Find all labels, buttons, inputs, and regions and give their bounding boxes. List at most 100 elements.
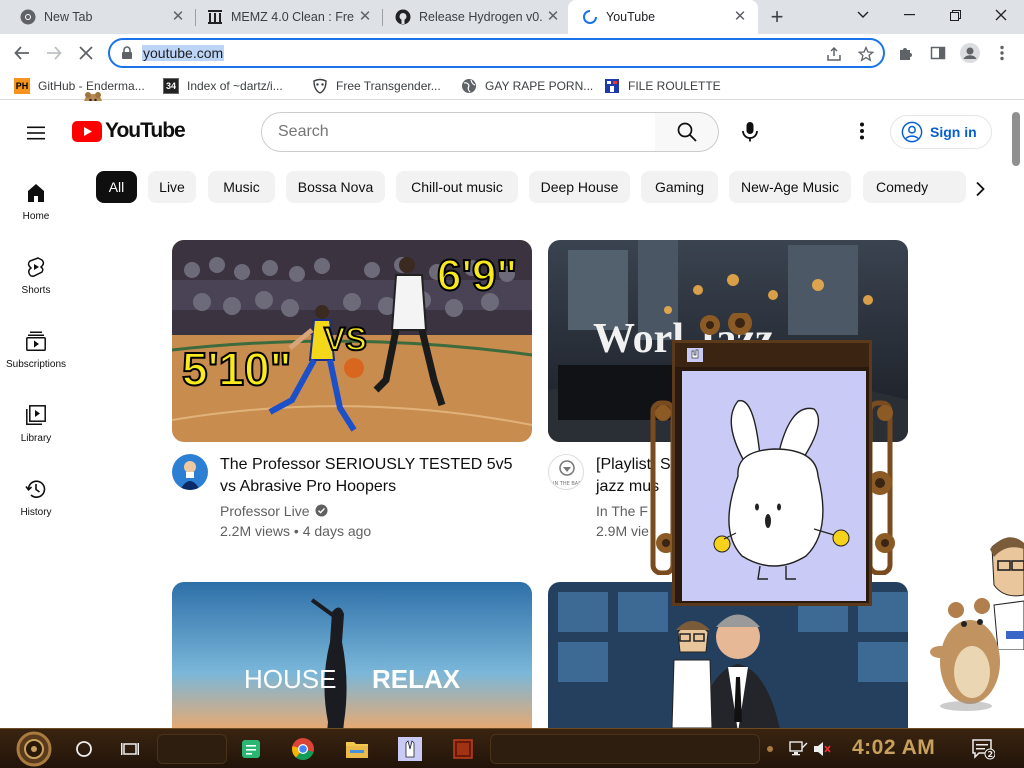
chips-next-button[interactable] [966,175,994,203]
address-url[interactable]: youtube.com [142,45,225,61]
back-button[interactable] [8,39,36,67]
show-hidden-icons-button[interactable] [762,735,778,763]
taskbar-app-file-explorer[interactable] [343,735,371,763]
guide-item-home[interactable]: Home [0,171,72,231]
channel-avatar[interactable]: IN THE BAR [548,454,584,490]
sign-in-button[interactable]: Sign in [890,115,992,149]
bunny-window-titlebar[interactable] [675,343,869,367]
youtube-logo[interactable]: YouTube [72,119,186,143]
video-title[interactable]: The Professor SERIOUSLY TESTED 5v5 vs Ab… [220,454,520,498]
verified-badge-icon [315,504,328,517]
video-thumbnail[interactable]: 5'10" VS 6'9" [172,240,532,442]
stop-button[interactable] [72,39,100,67]
cortana-ring-icon [76,741,92,757]
search-button[interactable] [655,112,719,152]
bookmark-free-transgender[interactable]: Free Transgender... [312,77,441,95]
close-icon[interactable]: ✕ [732,9,748,25]
thumbnail-height-left-text: 5'10" [182,343,292,395]
address-bar[interactable]: youtube.com [108,38,885,68]
tab-new-tab[interactable]: New Tab ✕ [0,0,196,34]
chip-all[interactable]: All [96,171,137,203]
guide-item-library[interactable]: Library [0,393,72,453]
video-thumbnail[interactable]: HOUSE RELAX [172,582,532,728]
cortana-search-button[interactable] [70,735,98,763]
chip-gaming[interactable]: Gaming [641,171,718,203]
house-relax-thumbnail-image: HOUSE RELAX [172,582,532,728]
youtube-wordmark: YouTube [105,119,186,142]
guide-item-subscriptions[interactable]: Subscriptions [0,319,72,379]
chip-comedy[interactable]: Comedy [863,171,966,203]
bookmark-gay-rape[interactable]: GAY RAPE PORN... [461,77,593,95]
bookmark-label: Free Transgender... [336,79,441,93]
side-panel-button[interactable] [924,39,952,67]
taskbar-app-bunny[interactable] [396,735,424,763]
task-view-icon [121,743,139,755]
new-tab-button[interactable]: + [765,6,789,30]
extensions-button[interactable] [892,39,920,67]
bunny-payload-window[interactable] [672,340,872,606]
page-scrollbar-thumb[interactable] [1012,112,1020,166]
network-icon [789,741,808,756]
tab-youtube[interactable]: YouTube ✕ [568,0,758,34]
archive-org-icon [207,9,223,25]
settings-menu-button[interactable] [850,119,874,143]
close-window-button[interactable] [978,0,1024,30]
chrome-menu-button[interactable] [988,39,1016,67]
restore-button[interactable] [932,0,978,30]
taskbar-app-sticky-notes[interactable] [237,735,265,763]
channel-avatar[interactable] [172,454,208,490]
action-center-button[interactable]: 2 [968,735,998,763]
taskbar-app-chrome[interactable] [289,735,317,763]
lock-icon[interactable] [120,46,134,60]
taskbar-running-area [490,734,760,764]
in-the-bar-avatar-icon: IN THE BAR [553,460,582,487]
chip-deep-house[interactable]: Deep House [529,171,630,203]
taskbar-clock[interactable]: 4:02 AM [852,736,935,760]
chip-live[interactable]: Live [148,171,196,203]
video-channel-name[interactable]: In The F [596,501,648,521]
chip-bossa-nova[interactable]: Bossa Nova [286,171,385,203]
bookmark-index-dartz[interactable]: 34 Index of ~dartz/i... [163,77,283,95]
search-box[interactable] [261,112,656,152]
profile-button[interactable] [956,39,984,67]
chip-music[interactable]: Music [208,171,275,203]
minimize-button[interactable] [886,0,932,30]
guide-item-label: History [20,507,52,518]
close-icon[interactable]: ✕ [545,9,561,25]
guide-item-label: Subscriptions [5,359,67,370]
microphone-icon [742,122,758,142]
arrow-right-icon [47,46,62,60]
guide-item-history[interactable]: History [0,467,72,527]
tab-hydrogen[interactable]: Release Hydrogen v0. ✕ [375,0,571,34]
volume-tray-button[interactable] [808,735,836,763]
chip-new-age-music[interactable]: New-Age Music [729,171,851,203]
taskbar-app-payload[interactable] [449,735,477,763]
browser-tab-strip: New Tab ✕ MEMZ 4.0 Clean : Fre ✕ Release… [0,0,1024,34]
tab-memz[interactable]: MEMZ 4.0 Clean : Fre ✕ [187,0,383,34]
close-icon [79,46,93,60]
bookmark-label: GAY RAPE PORN... [485,79,594,93]
close-icon[interactable]: ✕ [357,9,373,25]
forward-button[interactable] [40,39,68,67]
sign-in-label: Sign in [930,124,977,140]
minimize-icon [903,14,915,16]
tab-title: MEMZ 4.0 Clean : Fre [231,10,354,24]
svg-text:IN THE BAR: IN THE BAR [553,481,582,487]
search-input[interactable] [278,113,638,151]
tab-search-button[interactable] [840,0,886,30]
voice-search-button[interactable] [730,112,770,152]
close-icon[interactable]: ✕ [170,9,186,25]
globe-icon [461,78,477,94]
folder-icon [346,742,368,758]
share-icon[interactable] [824,44,844,64]
chip-chill-out-music[interactable]: Chill-out music [396,171,518,203]
guide-item-shorts[interactable]: Shorts [0,245,72,305]
task-view-button[interactable] [116,735,144,763]
start-button[interactable] [12,731,56,767]
taskbar: 4:02 AM 2 [0,728,1024,768]
video-channel-name[interactable]: Professor Live [220,501,328,521]
guide-menu-button[interactable] [24,121,48,145]
bookmark-file-roulette[interactable]: FILE ROULETTE [604,77,721,95]
star-icon[interactable] [856,44,876,64]
hamster-sprite-image [930,598,1000,711]
